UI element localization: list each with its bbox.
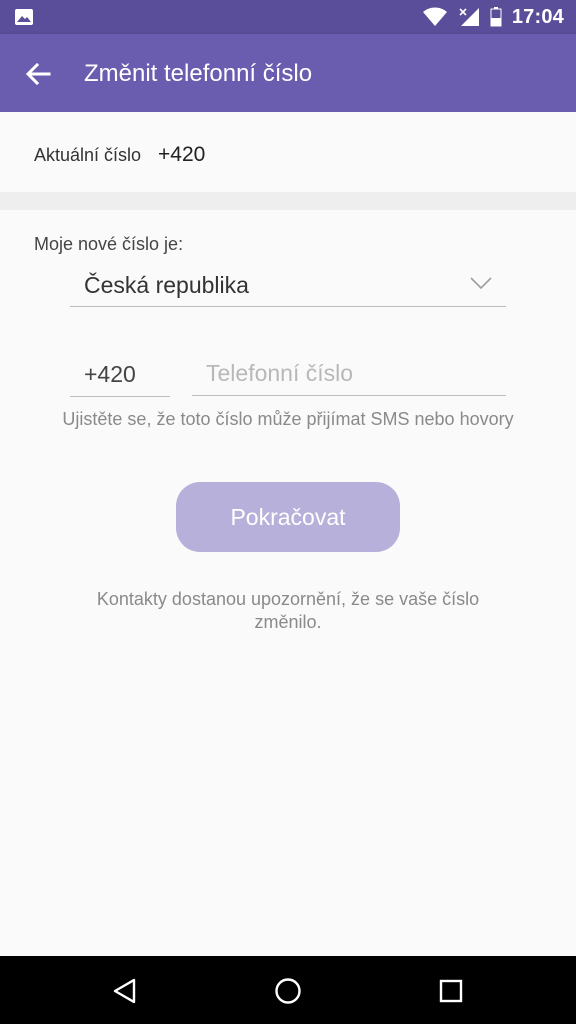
sms-hint: Ujistěte se, že toto číslo může přijímat… [62, 409, 514, 429]
back-triangle-icon[interactable] [110, 976, 140, 1006]
country-code-value: +420 [84, 361, 136, 387]
recents-square-icon[interactable] [436, 976, 466, 1006]
status-bar: 17:04 [0, 0, 576, 34]
current-number-value: +420 [158, 143, 206, 166]
country-value: Česká republika [84, 272, 249, 298]
chevron-down-icon [470, 277, 492, 290]
home-circle-icon[interactable] [273, 976, 303, 1006]
navigation-bar [0, 956, 576, 1024]
country-code-field[interactable]: +420 [70, 352, 170, 397]
current-number-label: Aktuální číslo [34, 145, 142, 165]
country-select[interactable]: Česká republika [70, 262, 506, 307]
signal-icon [459, 8, 479, 26]
new-number-label: Moje nové číslo je: [34, 234, 184, 254]
contacts-notice: Kontakty dostanou upozornění, že se vaše… [96, 589, 480, 632]
continue-button[interactable]: Pokračovat [176, 482, 400, 552]
section-divider [0, 192, 576, 210]
back-arrow-icon[interactable] [22, 58, 54, 90]
page-title: Změnit telefonní číslo [84, 60, 313, 87]
phone-number-input[interactable] [192, 352, 506, 396]
image-notification-icon [15, 9, 33, 25]
app-bar: Změnit telefonní číslo [0, 34, 576, 112]
battery-icon [490, 7, 502, 27]
wifi-icon [422, 7, 447, 26]
current-number-row: Aktuální číslo +420 [0, 112, 576, 192]
status-time: 17:04 [511, 5, 564, 28]
